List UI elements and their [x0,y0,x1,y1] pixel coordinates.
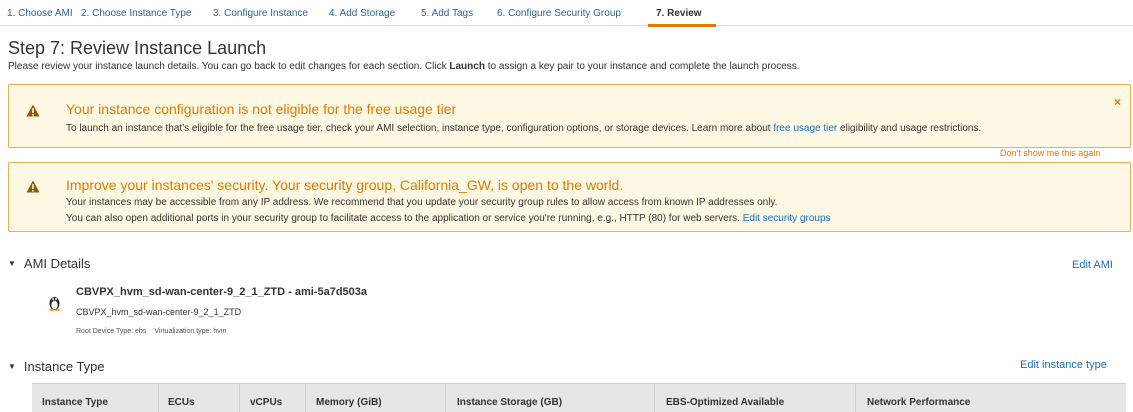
free-tier-body-text-end: eligibility and usage restrictions. [837,123,982,134]
active-step-indicator [648,24,716,27]
step-configure-instance[interactable]: 3. Configure Instance [213,8,308,19]
column-divider [855,384,856,412]
page-intro: Please review your instance launch detai… [8,61,800,72]
instance-type-label: Instance Type [23,359,105,374]
caret-down-icon: ▼ [8,362,16,371]
instance-type-toggle[interactable]: ▼ Instance Type [8,359,105,374]
column-divider [158,384,159,412]
security-body-line1: Your instances may be accessible from an… [66,197,778,208]
root-device-type: Root Device Type: ebs [76,328,147,335]
step-review[interactable]: 7. Review [656,8,702,19]
warning-triangle-icon [26,104,40,117]
intro-launch-word: Launch [449,61,485,72]
column-divider [654,384,655,412]
ami-description: CBVPX_hvm_sd-wan-center-9_2_1_ZTD [76,307,242,317]
step-configure-security-group[interactable]: 6. Configure Security Group [497,8,621,19]
free-tier-body: To launch an instance that's eligible fo… [66,123,981,134]
step-add-storage[interactable]: 4. Add Storage [329,8,395,19]
column-divider [445,384,446,412]
free-usage-tier-link[interactable]: free usage tier [773,123,837,134]
ami-details-toggle[interactable]: ▼ AMI Details [8,256,90,271]
virtualization-type: Virtualization type: hvm [154,328,227,335]
linux-penguin-icon [49,297,60,311]
column-divider [239,384,240,412]
column-header-instance-storage[interactable]: Instance Storage (GB) [457,397,562,408]
column-header-memory[interactable]: Memory (GiB) [316,397,382,408]
warning-triangle-icon [26,180,40,193]
security-heading: Improve your instances' security. Your s… [66,177,624,193]
page-title: Step 7: Review Instance Launch [8,38,267,58]
edit-security-groups-link[interactable]: Edit security groups [743,213,831,224]
step-choose-instance-type[interactable]: 2. Choose Instance Type [81,8,191,19]
caret-down-icon: ▼ [8,259,16,268]
ami-meta: Root Device Type: ebs Virtualization type… [76,328,227,335]
dont-show-again-link[interactable]: Don't show me this again [1000,148,1100,158]
step-choose-ami[interactable]: 1. Choose AMI [7,8,73,19]
security-body-text: You can also open additional ports in yo… [66,213,743,224]
edit-instance-type-link[interactable]: Edit instance type [1020,359,1107,371]
column-header-instance-type[interactable]: Instance Type [42,397,108,408]
column-divider [305,384,306,412]
column-header-ebs-optimized[interactable]: EBS-Optimized Available [666,397,784,408]
free-tier-heading: Your instance configuration is not eligi… [66,101,457,117]
free-tier-body-text: To launch an instance that's eligible fo… [66,123,774,134]
intro-text-start: Please review your instance launch detai… [8,61,450,72]
intro-text-end: to assign a key pair to your instance an… [484,61,800,72]
instance-type-table-header: Instance Type ECUs vCPUs Memory (GiB) In… [32,383,1126,412]
edit-ami-link[interactable]: Edit AMI [1072,259,1113,271]
ami-details-label: AMI Details [23,256,91,271]
step-add-tags[interactable]: 5. Add Tags [421,8,473,19]
column-header-network-performance[interactable]: Network Performance [867,397,970,408]
column-header-vcpus[interactable]: vCPUs [250,397,282,408]
free-tier-warning: Your instance configuration is not eligi… [8,84,1131,148]
security-body-line2: You can also open additional ports in yo… [66,213,831,224]
wizard-step-bar: 1. Choose AMI 2. Choose Instance Type 3.… [0,0,1133,27]
close-icon[interactable]: × [1114,95,1121,109]
column-header-ecus[interactable]: ECUs [168,397,195,408]
security-group-warning: Improve your instances' security. Your s… [8,162,1131,232]
ami-name: CBVPX_hvm_sd-wan-center-9_2_1_ZTD - ami-… [76,286,368,298]
